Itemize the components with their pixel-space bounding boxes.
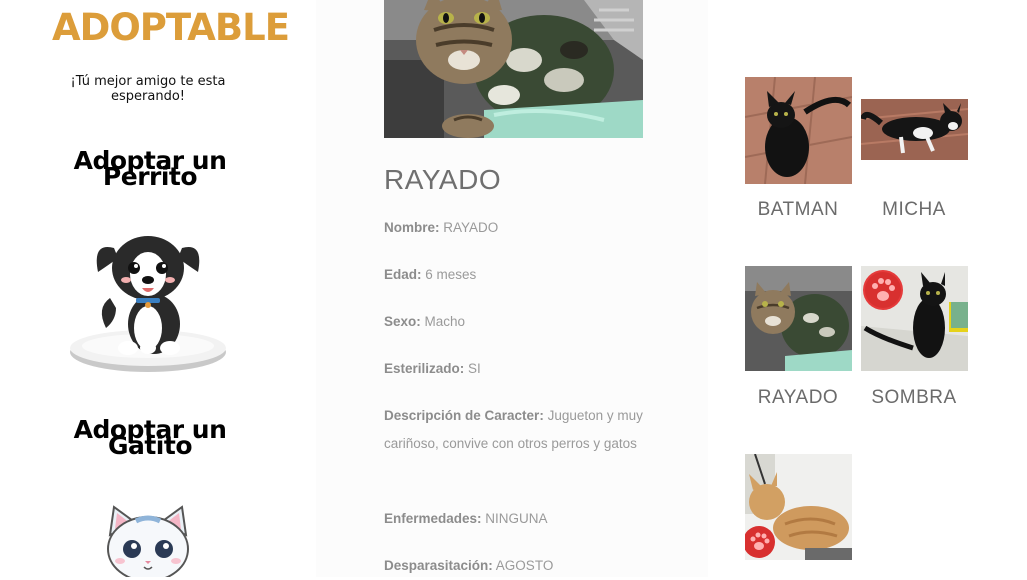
sidebar: UDICSOE ADOPTABLE ¡Tú mejor amigo te est… <box>0 0 316 577</box>
site-logo[interactable]: UDICSOE ADOPTABLE <box>52 0 314 52</box>
adopt-cat-link[interactable]: Adoptar un Gatito <box>60 417 240 458</box>
pet-thumb-batman[interactable] <box>745 77 852 184</box>
cat-illustration[interactable] <box>100 505 196 577</box>
field-nombre: Nombre: RAYADO <box>384 214 654 242</box>
field-sexo: Sexo: Macho <box>384 308 654 336</box>
field-edad-value: 6 meses <box>421 267 477 282</box>
pet-thumb-rayado[interactable] <box>745 266 852 371</box>
field-descripcion: Descripción de Caracter: Jugueton y muy … <box>384 402 654 458</box>
field-enfermedades-value: NINGUNA <box>481 511 548 526</box>
pet-thumb-5[interactable] <box>745 454 852 560</box>
field-enfermedades-label: Enfermedades: <box>384 511 482 526</box>
field-edad-label: Edad: <box>384 267 422 282</box>
adopt-dog-link[interactable]: Adoptar un Perrito <box>60 148 240 189</box>
field-esterilizado: Esterilizado: SI <box>384 355 654 383</box>
field-esterilizado-label: Esterilizado: <box>384 361 465 376</box>
logo-line-2: ADOPTABLE <box>52 6 290 49</box>
field-nombre-label: Nombre: <box>384 220 440 235</box>
field-desparasitacion-value: AGOSTO <box>492 558 554 573</box>
field-descripcion-label: Descripción de Caracter: <box>384 408 544 423</box>
field-sexo-value: Macho <box>420 314 466 329</box>
pet-main-photo[interactable] <box>384 0 643 138</box>
dog-illustration[interactable] <box>66 228 230 380</box>
pet-thumb-sombra[interactable] <box>861 266 968 371</box>
field-desparasitacion-label: Desparasitación: <box>384 558 493 573</box>
field-esterilizado-value: SI <box>464 361 481 376</box>
pet-name-sombra[interactable]: SOMBRA <box>844 387 984 409</box>
field-edad: Edad: 6 meses <box>384 261 654 289</box>
tagline: ¡Tú mejor amigo te esta esperando! <box>70 74 226 104</box>
pet-title: RAYADO <box>384 164 502 195</box>
pet-thumb-micha[interactable] <box>861 99 968 160</box>
field-nombre-value: RAYADO <box>439 220 499 235</box>
field-desparasitacion: Desparasitación: AGOSTO <box>384 552 654 580</box>
field-enfermedades: Enfermedades: NINGUNA <box>384 505 654 533</box>
pet-name-micha[interactable]: MICHA <box>844 199 984 221</box>
field-sexo-label: Sexo: <box>384 314 421 329</box>
